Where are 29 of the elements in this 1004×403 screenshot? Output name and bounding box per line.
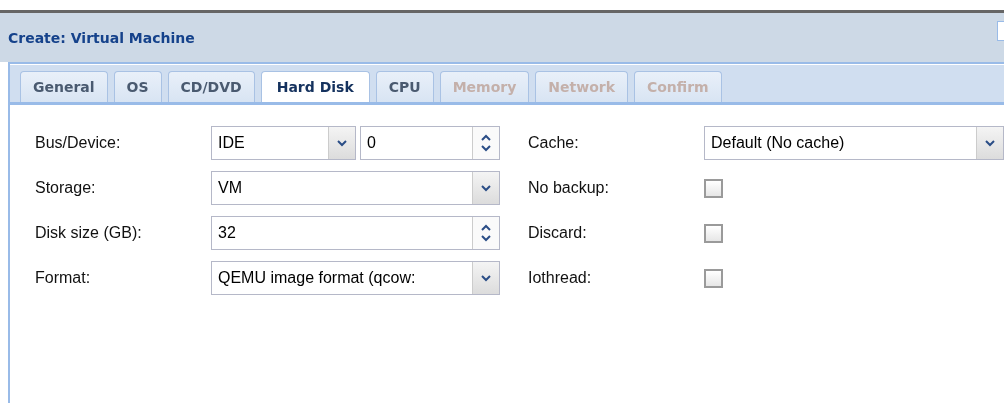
spinner-field[interactable]: 32 — [211, 216, 500, 250]
field-label: No backup: — [528, 179, 610, 197]
field-label: Disk size (GB): — [35, 224, 143, 242]
dropdown-icon[interactable] — [472, 172, 499, 204]
tab[interactable]: OS — [113, 71, 162, 102]
field-label: Bus/Device: — [35, 134, 122, 152]
checkbox[interactable] — [704, 178, 723, 198]
select-field[interactable]: VM — [211, 171, 500, 205]
field-label: Iothread: — [528, 269, 593, 287]
dropdown-icon[interactable] — [328, 127, 355, 159]
select-field[interactable]: Default (No cache) — [704, 126, 1004, 160]
field-label: Discard: — [528, 224, 588, 242]
checkbox[interactable] — [704, 223, 723, 243]
spinner-field[interactable]: 0 — [360, 126, 500, 160]
tab[interactable]: Hard Disk — [260, 71, 370, 102]
tab[interactable]: CPU — [375, 71, 434, 102]
checkbox[interactable] — [704, 268, 723, 288]
dropdown-icon[interactable] — [976, 127, 1003, 159]
tab[interactable]: General — [20, 71, 108, 102]
select-field[interactable]: IDE — [211, 126, 356, 160]
field-label: Format: — [35, 269, 92, 287]
select-field[interactable]: QEMU image format (qcow: — [211, 261, 500, 295]
spinner-arrows-icon[interactable] — [472, 127, 499, 159]
spinner-arrows-icon[interactable] — [472, 217, 499, 249]
field-label: Cache: — [528, 134, 580, 152]
field-label: Storage: — [35, 179, 97, 197]
dropdown-icon[interactable] — [472, 262, 499, 294]
window-title: Create: Virtual Machine — [8, 29, 195, 46]
tab[interactable]: CD/DVD — [167, 71, 255, 102]
